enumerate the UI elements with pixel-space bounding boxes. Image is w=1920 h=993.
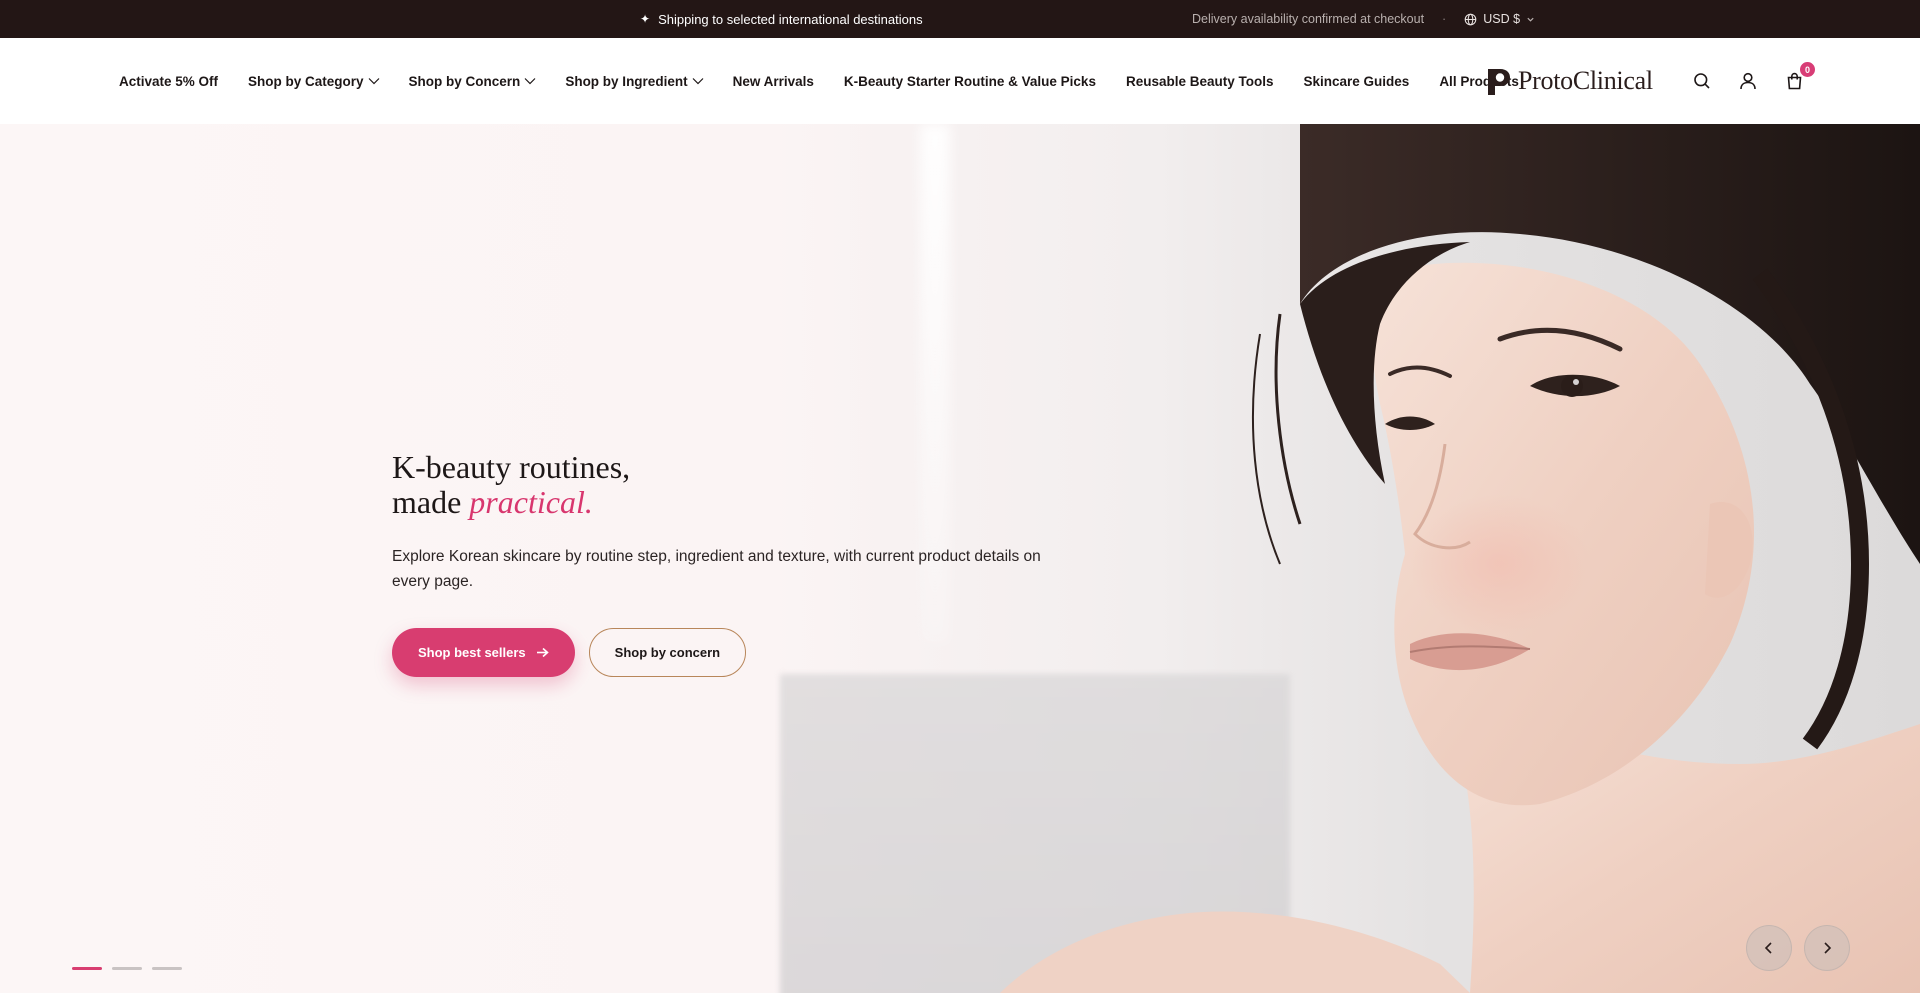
cart-count-badge: 0 — [1800, 62, 1815, 77]
arrow-right-icon — [536, 647, 549, 658]
nav-reusable-tools[interactable]: Reusable Beauty Tools — [1126, 74, 1274, 89]
logo-mark-icon — [1488, 69, 1510, 95]
account-button[interactable] — [1736, 69, 1760, 93]
search-button[interactable] — [1690, 69, 1714, 93]
shop-best-sellers-button[interactable]: Shop best sellers — [392, 628, 575, 677]
announcement-bar: ✦ Shipping to selected international des… — [0, 0, 1920, 38]
slide-indicator-3[interactable] — [152, 967, 182, 970]
nav-label: Reusable Beauty Tools — [1125, 73, 1274, 89]
shopping-bag-icon — [1787, 72, 1801, 90]
main-nav: Activate 5% Off Shop by Category Shop by… — [119, 38, 1519, 124]
nav-skincare-guides[interactable]: Skincare Guides — [1304, 74, 1410, 89]
slide-indicators — [72, 967, 182, 970]
hero-title-accent: practical. — [469, 484, 593, 520]
separator: · — [1442, 12, 1447, 26]
nav-starter-routine[interactable]: K-Beauty Starter Routine & Value Picks — [844, 74, 1096, 89]
shop-by-concern-label: Shop by concern — [614, 645, 721, 660]
site-header: Activate 5% Off Shop by Category Shop by… — [0, 38, 1920, 124]
hero-cta-group: Shop best sellers Shop by concern — [392, 628, 1052, 677]
shipping-promo: ✦ Shipping to selected international des… — [640, 0, 923, 38]
chevron-down-icon — [692, 78, 704, 85]
user-icon — [1740, 72, 1756, 90]
slide-indicator-1[interactable] — [72, 967, 102, 970]
nav-label: Activate 5% Off — [119, 73, 219, 89]
logo-wordmark: ProtoClinical — [1518, 66, 1653, 95]
chevron-left-icon — [1764, 942, 1772, 954]
topbar-right: Delivery availability confirmed at check… — [1192, 0, 1535, 38]
nav-new-arrivals[interactable]: New Arrivals — [733, 74, 814, 89]
cart-button[interactable]: 0 — [1782, 62, 1815, 93]
chevron-right-icon — [1824, 942, 1832, 954]
search-icon — [1694, 73, 1710, 89]
header-actions: 0 — [1690, 38, 1815, 124]
shop-best-sellers-label: Shop best sellers — [418, 645, 526, 660]
hero-content: K-beauty routines, made practical. Explo… — [392, 450, 1052, 677]
currency-label: USD $ — [1483, 12, 1521, 26]
nav-shop-by-concern[interactable]: Shop by Concern — [409, 74, 537, 89]
currency-selector[interactable]: USD $ — [1464, 12, 1535, 26]
nav-label: Shop by Category — [248, 73, 364, 89]
hero-title: K-beauty routines, made practical. — [392, 450, 1052, 520]
nav-label: K-Beauty Starter Routine & Value Picks — [843, 73, 1096, 89]
sparkle-icon: ✦ — [640, 12, 651, 26]
previous-slide-button[interactable] — [1746, 925, 1792, 971]
nav-shop-by-ingredient[interactable]: Shop by Ingredient — [565, 73, 704, 89]
chevron-down-icon — [524, 78, 536, 85]
hero-banner: K-beauty routines, made practical. Explo… — [0, 124, 1920, 993]
chevron-down-icon — [368, 78, 379, 85]
next-slide-button[interactable] — [1804, 925, 1850, 971]
shipping-promo-text: Shipping to selected international desti… — [658, 11, 923, 27]
chevron-down-icon — [1527, 17, 1534, 22]
hero-title-prefix: made — [392, 484, 470, 520]
hero-subtitle: Explore Korean skincare by routine step,… — [392, 548, 1041, 590]
nav-label: New Arrivals — [732, 73, 814, 89]
slider-arrows — [1746, 925, 1850, 971]
slide-indicator-2[interactable] — [112, 967, 142, 970]
nav-shop-by-category[interactable]: Shop by Category — [248, 74, 380, 89]
nav-label: Skincare Guides — [1303, 73, 1410, 89]
nav-label: Shop by Ingredient — [565, 73, 688, 89]
globe-icon — [1464, 13, 1477, 25]
shop-by-concern-button[interactable]: Shop by concern — [588, 628, 747, 677]
brand-logo[interactable]: ProtoClinical — [1484, 64, 1653, 98]
nav-label: Shop by Concern — [408, 73, 521, 89]
nav-activate-discount[interactable]: Activate 5% Off — [119, 74, 218, 89]
hero-title-line1: K-beauty routines, — [392, 449, 631, 485]
delivery-note: Delivery availability confirmed at check… — [1192, 12, 1425, 26]
